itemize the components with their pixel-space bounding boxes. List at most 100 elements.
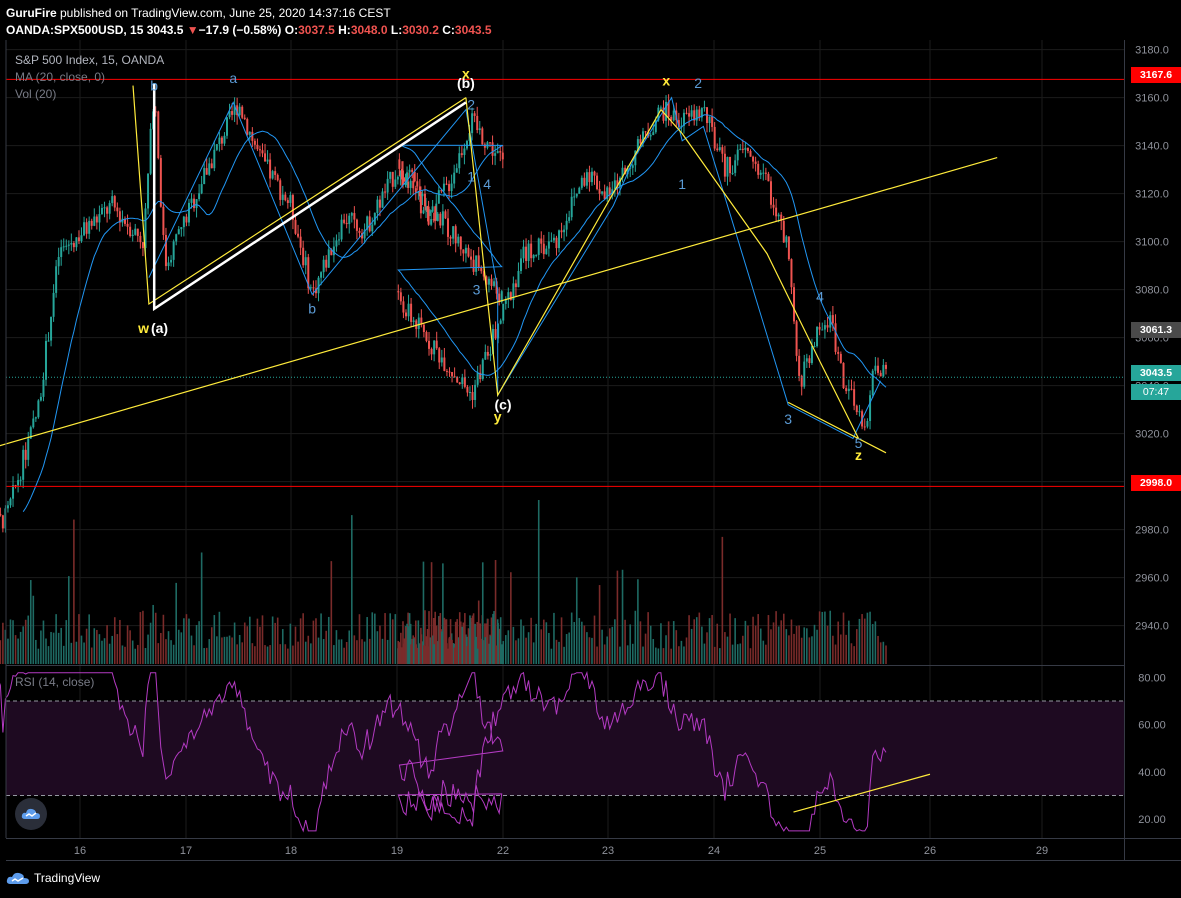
volume-bar — [144, 648, 147, 664]
volume-bar — [407, 626, 410, 664]
open-label: O: — [284, 23, 299, 37]
volume-bar — [216, 636, 218, 664]
volume-bar — [261, 615, 264, 664]
rsi-legend[interactable]: RSI (14, close) — [15, 675, 94, 689]
volume-bar — [412, 638, 415, 664]
candle-body — [408, 169, 411, 173]
candle-body — [558, 230, 561, 249]
volume-bar — [221, 637, 223, 664]
candle-body — [731, 172, 734, 174]
volume-bar — [126, 625, 129, 664]
candle-body — [269, 159, 272, 179]
volume-bar — [532, 642, 535, 664]
candle-body — [284, 194, 287, 201]
volume-bar — [530, 617, 532, 664]
volume-bar — [233, 622, 236, 664]
volume-bar — [800, 637, 803, 664]
candle-body — [57, 256, 60, 267]
volume-bar — [12, 620, 14, 664]
candle-body — [55, 266, 58, 293]
candle-body — [458, 153, 461, 169]
vol-legend[interactable]: Vol (20) — [15, 87, 56, 101]
volume-bar — [190, 635, 193, 664]
candle-body — [530, 243, 533, 259]
chart-canvas[interactable]: b a (b)x21 43bw (a)(c)yx 21435z2940.02960.029… — [0, 0, 1181, 898]
candle-body — [782, 220, 785, 243]
volume-bar — [297, 641, 299, 664]
candle-body — [446, 218, 449, 237]
candle-body — [274, 171, 277, 175]
upper-line-price-badge: 3167.6 — [1131, 67, 1181, 83]
volume-bar — [611, 626, 614, 664]
volume-bar — [271, 616, 274, 664]
candle-body — [111, 196, 114, 204]
volume-bar — [374, 613, 376, 664]
volume-bar — [241, 642, 244, 664]
lower-line-price-badge: 2998.0 — [1131, 475, 1181, 491]
volume-bar — [210, 627, 213, 664]
candle-body — [491, 142, 494, 156]
candle-body — [593, 171, 596, 176]
candle-body — [631, 165, 634, 168]
candle-body — [147, 173, 150, 209]
volume-bar — [882, 641, 885, 664]
candle-body — [435, 340, 438, 349]
candle-body — [62, 246, 65, 248]
high-label: H: — [338, 23, 351, 37]
candle-body — [404, 312, 407, 317]
candle-body — [113, 196, 116, 208]
candle-body — [496, 151, 499, 154]
volume-bar — [200, 552, 203, 664]
volume-bar — [356, 640, 358, 664]
candle-body — [24, 449, 27, 460]
volume-bar — [695, 617, 698, 664]
volume-bar — [289, 623, 292, 664]
volume-bar — [721, 536, 724, 664]
volume-bar — [608, 628, 611, 664]
volume-bar — [231, 637, 233, 664]
volume-bar — [246, 626, 249, 664]
volume-bar — [614, 619, 616, 664]
volume-bar — [446, 643, 448, 664]
volume-bar — [391, 619, 394, 664]
candle-body — [746, 147, 749, 151]
candle-body — [433, 340, 436, 355]
volume-bar — [292, 645, 294, 664]
candle-body — [325, 259, 328, 268]
volume-bar — [583, 625, 586, 664]
volume-bar — [718, 648, 721, 664]
candle-body — [430, 219, 433, 225]
volume-bar — [540, 629, 543, 664]
volume-bar — [631, 643, 634, 664]
volume-bar — [14, 635, 17, 664]
volume-bar — [119, 619, 121, 664]
author-name[interactable]: GuruFire — [6, 6, 57, 20]
volume-bar — [185, 614, 188, 664]
tradingview-cloud-icon[interactable] — [15, 798, 47, 830]
candle-body — [414, 188, 417, 193]
volume-bar — [249, 616, 251, 664]
volume-bar — [770, 629, 772, 664]
candle-body — [882, 364, 885, 377]
candle-body — [451, 372, 454, 377]
last-price-badge: 3043.5 — [1131, 365, 1181, 381]
volume-bar — [188, 618, 190, 664]
candle-body — [253, 140, 256, 145]
volume-bar — [425, 636, 428, 664]
tradingview-logo[interactable]: TradingView — [6, 871, 100, 885]
candle-body — [871, 370, 874, 396]
volume-bar — [384, 613, 386, 664]
volume-bar — [885, 645, 887, 664]
volume-bar — [871, 624, 874, 664]
candle-body — [443, 357, 446, 371]
candle-body — [471, 391, 474, 400]
candle-body — [470, 256, 473, 260]
volume-bar — [353, 635, 356, 664]
volume-bar — [402, 643, 405, 664]
wave-label: 3 — [473, 281, 481, 297]
ma-legend[interactable]: MA (20, close, 0) — [15, 70, 105, 84]
high-value: 3048.0 — [350, 23, 388, 37]
volume-bar — [55, 614, 57, 664]
candle-body — [231, 111, 234, 115]
volume-bar — [62, 645, 65, 664]
